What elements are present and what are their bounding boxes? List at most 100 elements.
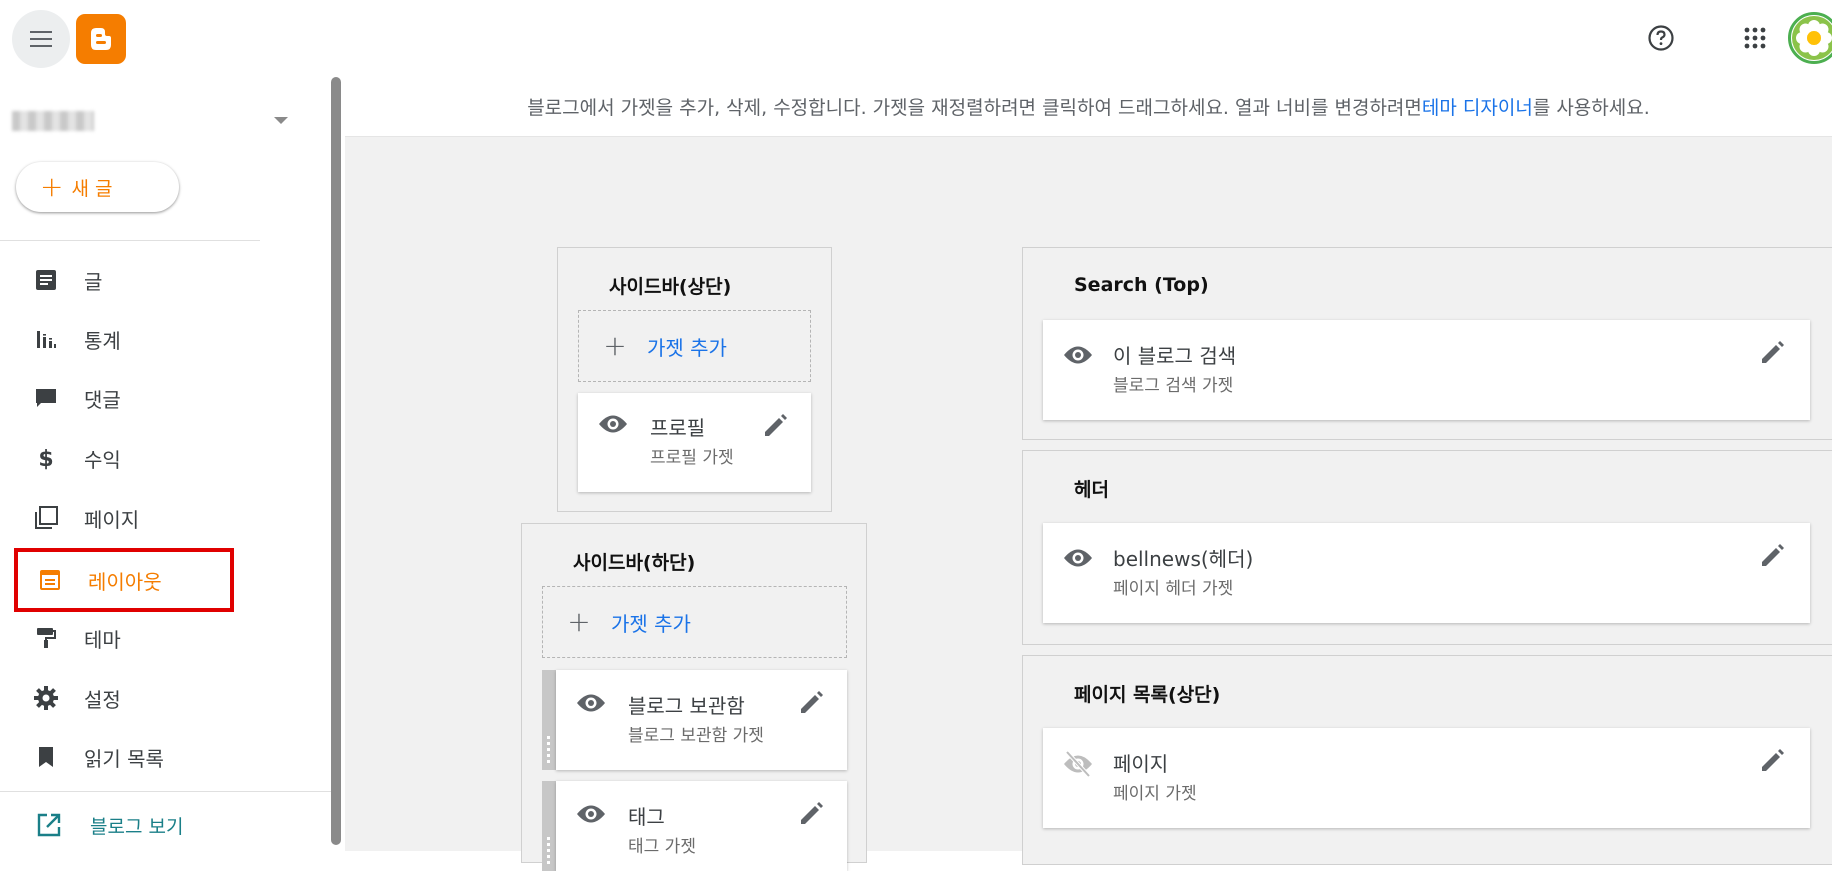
gear-icon xyxy=(34,686,58,710)
new-post-label: 새 글 xyxy=(71,177,113,200)
blog-name-redacted xyxy=(12,111,94,131)
apps-button[interactable] xyxy=(1735,18,1775,58)
earnings-icon: $ xyxy=(38,447,53,470)
sidebar-item-posts[interactable]: 글 xyxy=(14,250,234,310)
sidebar-item-reading-list[interactable]: 읽기 목록 xyxy=(14,727,234,787)
layout-icon xyxy=(40,570,60,590)
section-title: 페이지 목록(상단) xyxy=(1074,684,1221,706)
sidebar-item-label: 레이아웃 xyxy=(88,569,162,594)
gadget-card[interactable]: 블로그 보관함 블로그 보관함 가젯 xyxy=(556,670,847,770)
drag-handle[interactable] xyxy=(542,670,556,770)
sidebar-scrollbar[interactable] xyxy=(331,77,341,845)
theme-designer-link[interactable]: 테마 디자이너 xyxy=(1422,93,1533,120)
caret-down-icon xyxy=(274,117,288,124)
sidebar-item-label: 통계 xyxy=(84,328,121,353)
view-blog-link[interactable]: 블로그 보기 xyxy=(36,805,183,845)
gadget-card[interactable]: 태그 태그 가젯 xyxy=(556,781,847,871)
bookmark-icon xyxy=(39,747,53,767)
visibility-eye-icon[interactable] xyxy=(576,692,606,714)
paint-roller-icon xyxy=(37,628,56,648)
sidebar-item-stats[interactable]: 통계 xyxy=(14,309,234,369)
sidebar-item-theme[interactable]: 테마 xyxy=(14,608,234,668)
section-header: 헤더 bellnews(헤더) 페이지 헤더 가젯 xyxy=(1022,450,1832,645)
gadget-subtitle: 프로필 가젯 xyxy=(650,448,734,468)
gadget-subtitle: 페이지 헤더 가젯 xyxy=(1113,579,1234,599)
add-gadget-button[interactable]: + 가젯 추가 xyxy=(542,586,847,658)
view-blog-label: 블로그 보기 xyxy=(90,815,184,838)
gadget-title: 페이지 xyxy=(1113,752,1169,776)
visibility-eye-icon[interactable] xyxy=(576,803,606,825)
help-icon xyxy=(1648,25,1674,51)
section-page-list-top: 페이지 목록(상단) 페이지 페이지 가젯 xyxy=(1022,655,1832,865)
gadget-card[interactable]: 프로필 프로필 가젯 xyxy=(578,393,811,492)
instructions-text-end: 를 사용하세요. xyxy=(1532,97,1650,119)
account-avatar[interactable] xyxy=(1788,12,1832,64)
sidebar-item-earnings[interactable]: $ 수익 xyxy=(14,428,234,488)
gadget-title: 프로필 xyxy=(650,416,706,440)
gadget-card[interactable]: 페이지 페이지 가젯 xyxy=(1043,728,1810,828)
sidebar-item-label: 댓글 xyxy=(84,387,121,412)
section-title: 사이드바(하단) xyxy=(573,552,696,574)
comments-icon xyxy=(36,389,56,407)
posts-icon xyxy=(36,270,56,290)
edit-pencil-icon[interactable] xyxy=(1759,543,1785,569)
add-gadget-label: 가젯 추가 xyxy=(647,335,727,360)
sidebar-item-label: 읽기 목록 xyxy=(84,746,164,771)
edit-pencil-icon[interactable] xyxy=(762,413,788,439)
plus-icon: + xyxy=(40,170,64,203)
flower-avatar-icon xyxy=(1792,16,1832,60)
add-gadget-button[interactable]: + 가젯 추가 xyxy=(578,310,811,382)
help-button[interactable] xyxy=(1641,18,1681,58)
gadget-subtitle: 블로그 보관함 가젯 xyxy=(628,726,764,746)
sidebar-item-label: 설정 xyxy=(84,687,121,712)
hamburger-menu-icon xyxy=(30,31,52,47)
plus-icon: + xyxy=(603,329,627,362)
sidebar-item-label: 페이지 xyxy=(84,507,140,532)
section-sidebar-bottom: 사이드바(하단) + 가젯 추가 블로그 보관함 블로그 보관함 가젯 태그 태… xyxy=(521,523,867,871)
gadget-subtitle: 페이지 가젯 xyxy=(1113,784,1197,804)
instructions-text: 블로그에서 가젯을 추가, 삭제, 수정합니다. 가젯을 재정렬하려면 클릭하여… xyxy=(527,97,1422,119)
drag-handle[interactable] xyxy=(542,781,556,871)
gadget-subtitle: 블로그 검색 가젯 xyxy=(1113,376,1234,396)
left-navigation-drawer: + 새 글 글 통계 댓글 $ 수익 페이지 레이아웃 테마 설정 읽기 목록 xyxy=(0,77,340,851)
edit-pencil-icon[interactable] xyxy=(1759,748,1785,774)
visibility-eye-icon[interactable] xyxy=(598,413,628,435)
apps-grid-icon xyxy=(1744,27,1766,49)
sidebar-item-settings[interactable]: 설정 xyxy=(14,668,234,728)
sidebar-item-pages[interactable]: 페이지 xyxy=(14,488,234,548)
blog-selector-dropdown[interactable] xyxy=(12,105,296,141)
visibility-eye-icon[interactable] xyxy=(1063,547,1093,569)
open-in-new-icon xyxy=(37,813,61,837)
gadget-title: 이 블로그 검색 xyxy=(1113,344,1237,368)
section-title: 사이드바(상단) xyxy=(609,276,732,298)
section-title: Search (Top) xyxy=(1074,274,1209,296)
section-sidebar-top: 사이드바(상단) + 가젯 추가 프로필 프로필 가젯 xyxy=(557,247,832,512)
gadget-subtitle: 태그 가젯 xyxy=(628,837,696,857)
new-post-button[interactable]: + 새 글 xyxy=(16,162,179,212)
visibility-eye-icon[interactable] xyxy=(1063,344,1093,366)
sidebar-item-comments[interactable]: 댓글 xyxy=(14,368,234,428)
gadget-card[interactable]: 이 블로그 검색 블로그 검색 가젯 xyxy=(1043,320,1810,420)
blogger-logo[interactable] xyxy=(76,14,126,64)
hamburger-menu-button[interactable] xyxy=(12,10,70,68)
pages-icon xyxy=(35,506,58,529)
top-app-bar xyxy=(0,0,1832,77)
sidebar-divider xyxy=(0,791,340,792)
plus-icon: + xyxy=(567,605,591,638)
add-gadget-label: 가젯 추가 xyxy=(611,611,691,636)
edit-pencil-icon[interactable] xyxy=(1759,340,1785,366)
layout-instructions: 블로그에서 가젯을 추가, 삭제, 수정합니다. 가젯을 재정렬하려면 클릭하여… xyxy=(345,77,1832,137)
edit-pencil-icon[interactable] xyxy=(798,690,824,716)
gadget-card[interactable]: bellnews(헤더) 페이지 헤더 가젯 xyxy=(1043,523,1810,623)
visibility-off-icon[interactable] xyxy=(1063,750,1093,778)
sidebar-item-layout[interactable]: 레이아웃 xyxy=(14,548,234,612)
sidebar-item-label: 테마 xyxy=(84,627,121,652)
svg-text:$: $ xyxy=(38,447,53,470)
gadget-title: bellnews(헤더) xyxy=(1113,547,1254,571)
stats-icon xyxy=(37,331,56,348)
section-search-top: Search (Top) 이 블로그 검색 블로그 검색 가젯 xyxy=(1022,247,1832,440)
edit-pencil-icon[interactable] xyxy=(798,801,824,827)
sidebar-divider xyxy=(0,240,260,241)
gadget-title: 블로그 보관함 xyxy=(628,694,745,718)
sidebar-item-label: 글 xyxy=(84,269,103,294)
